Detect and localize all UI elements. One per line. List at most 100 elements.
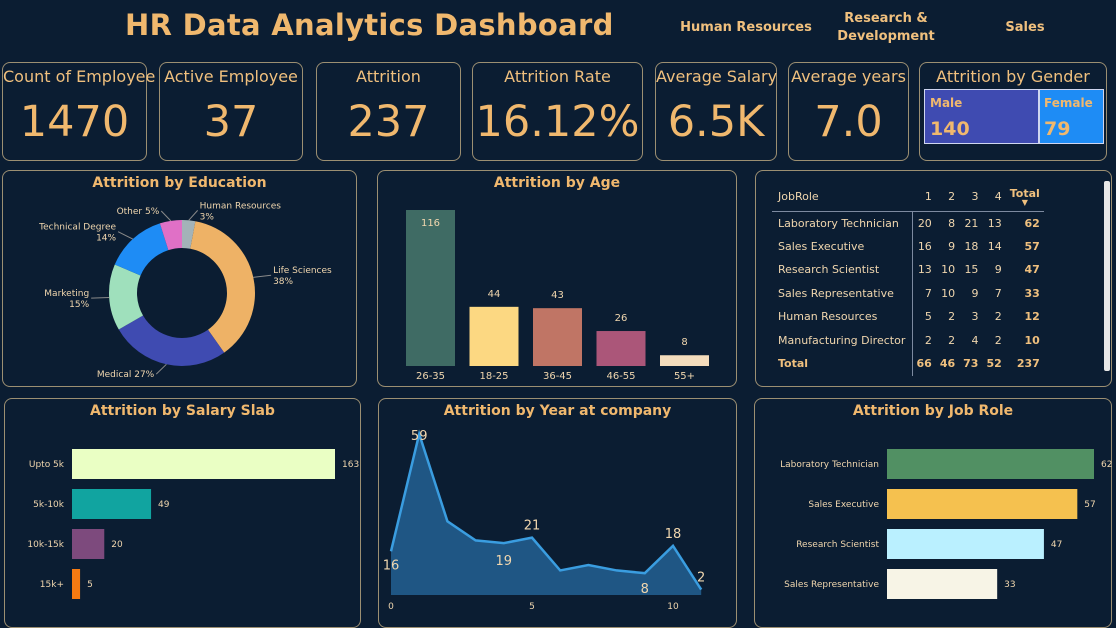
leader-line — [91, 296, 110, 299]
y-tick-label: 15k+ — [40, 580, 64, 590]
slice-label: Other 5% — [117, 207, 160, 217]
table-cell: 2 — [924, 333, 932, 347]
table-cell: 10 — [941, 286, 956, 300]
slice-label: Technical Degree — [38, 223, 116, 233]
y-tick-label: Sales Representative — [784, 580, 879, 590]
slice-value: 14% — [96, 234, 116, 244]
table-cell: 15 — [964, 263, 979, 277]
column-header[interactable]: 1 — [912, 183, 936, 212]
table-cell: 8 — [948, 216, 956, 230]
slice-label: Medical 27% — [97, 370, 155, 380]
column-header[interactable]: 4 — [982, 183, 1006, 212]
table-cell: 66 — [916, 357, 932, 371]
table-cell: 47 — [1024, 263, 1040, 277]
table-cell: 2 — [994, 310, 1002, 324]
table-row: Research Scientist 13 10 15 9 47 — [772, 258, 1044, 282]
kpi-active-employee: Active Employee 37 — [159, 62, 303, 161]
slice-value: 15% — [69, 300, 89, 310]
age-bar — [596, 331, 646, 366]
table-cell: 10 — [941, 263, 956, 277]
data-label: 20 — [111, 540, 123, 550]
y-tick-label: Laboratory Technician — [780, 460, 879, 470]
table-cell: Sales Representative — [772, 281, 913, 305]
nav-research-development[interactable]: Research & Development — [826, 10, 946, 46]
x-tick-label: 18-25 — [479, 371, 508, 382]
attrition-by-gender-card: Attrition by Gender Male 140 Female 79 — [919, 62, 1107, 161]
column-header[interactable]: JobRole — [772, 183, 912, 212]
bar — [887, 489, 1078, 519]
table-cell: 7 — [924, 286, 932, 300]
education-donut-chart: Human Resources3% Life Sciences38% Medical… — [38, 201, 332, 380]
table-cell: 9 — [971, 286, 979, 300]
data-label: 59 — [411, 429, 428, 444]
data-label: 47 — [1051, 540, 1062, 550]
data-label: 116 — [421, 218, 440, 229]
data-label: 5 — [87, 580, 93, 590]
table-row: Sales Representative 7 10 9 7 33 — [772, 281, 1044, 305]
gender-male-tile[interactable]: Male 140 — [924, 89, 1039, 144]
data-label: 19 — [496, 554, 513, 569]
age-chart-card: Attrition by Age 116 26-35 44 18-25 43 36-45 2… — [377, 170, 737, 387]
table-header-row: JobRole 1 2 3 4 Total ▼ — [772, 183, 1044, 212]
column-header[interactable]: 3 — [959, 183, 983, 212]
kpi-label: Count of Employee — [3, 67, 156, 86]
table-cell: 9 — [994, 263, 1002, 277]
slice-value: 38% — [273, 277, 293, 287]
data-label: 2 — [697, 571, 705, 586]
table-cell: Research Scientist — [772, 258, 913, 282]
bar — [72, 569, 81, 599]
column-header[interactable]: Total ▼ — [1005, 183, 1044, 212]
kpi-value: 16.12% — [475, 97, 640, 147]
y-tick-label: Upto 5k — [29, 460, 65, 470]
column-header[interactable]: 2 — [935, 183, 960, 212]
table-cell: Laboratory Technician — [772, 211, 913, 235]
kpi-attrition: Attrition 237 — [316, 62, 461, 161]
table-cell: 2 — [948, 310, 956, 324]
jobrole-chart-card: Attrition by Job Role Laboratory Technic… — [754, 398, 1112, 628]
table-cell: 2 — [994, 333, 1002, 347]
table-cell: Manufacturing Director — [772, 328, 913, 352]
table-cell: 46 — [939, 357, 956, 371]
table-cell: Human Resources — [772, 305, 913, 329]
age-bar-chart: 116 26-35 44 18-25 43 36-45 26 46-55 8 55+ — [406, 210, 709, 382]
kpi-value: 237 — [347, 97, 430, 147]
gender-title: Attrition by Gender — [936, 67, 1090, 86]
bar — [887, 569, 998, 599]
table-cell: 3 — [971, 310, 979, 324]
kpi-average-years: Average years 7.0 — [788, 62, 909, 161]
kpi-count-of-employee: Count of Employee 1470 — [2, 62, 156, 161]
jobrole-matrix-card: JobRole 1 2 3 4 Total ▼ Laboratory Technician 20… — [755, 170, 1112, 387]
table-cell: 14 — [987, 239, 1002, 253]
years-area-chart: 16 59 19 21 8 18 2 0 5 10 — [383, 429, 706, 612]
table-cell: 9 — [948, 239, 956, 253]
nav-sales[interactable]: Sales — [990, 19, 1060, 37]
data-label: 62 — [1101, 460, 1112, 470]
table-row: Sales Executive 16 9 18 14 57 — [772, 234, 1044, 258]
table-row: Manufacturing Director 2 2 4 2 10 — [772, 328, 1044, 352]
table-cell: 18 — [964, 239, 979, 253]
kpi-value: 37 — [203, 97, 259, 147]
table-total-row: Total 66 46 73 52 237 — [772, 352, 1044, 376]
nav-human-resources[interactable]: Human Resources — [680, 19, 812, 37]
leader-line — [155, 363, 167, 375]
table-cell: Sales Executive — [772, 234, 913, 258]
female-label: Female — [1044, 96, 1093, 110]
table-cell: 5 — [924, 310, 932, 324]
table-cell: 237 — [1016, 357, 1040, 371]
leader-line — [117, 231, 134, 240]
table-cell: 16 — [917, 239, 932, 253]
table-cell: 33 — [1024, 286, 1040, 300]
x-tick-label: 36-45 — [543, 371, 572, 382]
kpi-label: Average Salary — [656, 67, 778, 86]
kpi-label: Attrition — [356, 67, 421, 86]
gender-female-tile[interactable]: Female 79 — [1039, 89, 1104, 144]
salary-chart-card: Attrition by Salary Slab Upto 5k 163 5k-10… — [4, 398, 361, 628]
table-cell: 21 — [964, 216, 979, 230]
scrollbar[interactable] — [1104, 181, 1110, 371]
leader-line — [188, 210, 199, 221]
donut-slice — [118, 315, 225, 366]
kpi-value: 6.5K — [667, 97, 765, 147]
page-title: HR Data Analytics Dashboard — [125, 8, 614, 42]
x-tick-label: 26-35 — [416, 371, 445, 382]
table-row: Laboratory Technician 20 8 21 13 62 — [772, 211, 1044, 235]
